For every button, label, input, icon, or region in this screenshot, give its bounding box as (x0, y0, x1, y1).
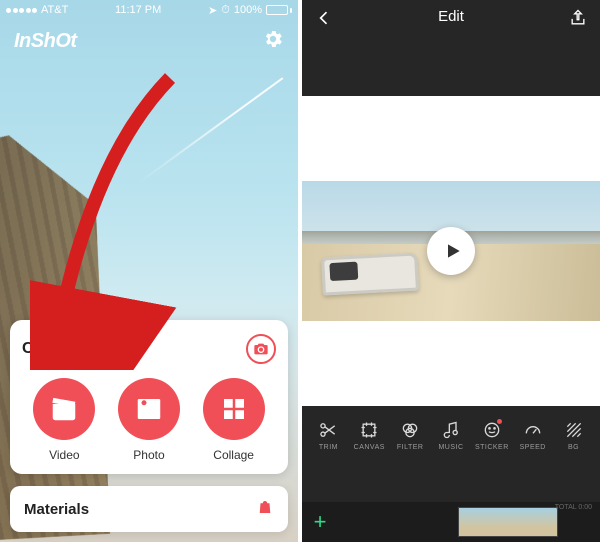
filter-icon (400, 420, 420, 440)
create-option-label: Video (49, 448, 79, 462)
gauge-icon (523, 420, 543, 440)
share-button[interactable] (568, 8, 588, 33)
video-preview[interactable] (302, 181, 600, 321)
battery-pct: 100% (234, 4, 262, 16)
screen-inshot-home: AT&T 11:17 PM ➤ ⏱ 100% InShOt Create N (0, 0, 298, 542)
share-icon (568, 8, 588, 28)
status-right: ➤ ⏱ 100% (208, 4, 292, 17)
tool-filter[interactable]: Filter (390, 420, 431, 496)
status-time: 11:17 PM (115, 4, 161, 16)
collage-icon (219, 394, 249, 424)
tool-sticker[interactable]: Sticker (471, 420, 512, 496)
alarm-icon: ⏱ (221, 4, 230, 17)
carrier-label: AT&T (41, 4, 68, 16)
canvas-icon (359, 420, 379, 440)
tool-label: Music (438, 444, 463, 451)
edit-header: Edit (302, 0, 600, 96)
tool-bg[interactable]: BG (553, 420, 594, 496)
edit-canvas (302, 96, 600, 406)
music-note-icon (441, 420, 461, 440)
bg-icon (564, 420, 584, 440)
play-icon (443, 241, 463, 261)
tool-label: Trim (319, 444, 338, 451)
create-option-label: Collage (213, 448, 254, 462)
gear-icon (262, 28, 284, 50)
tool-music[interactable]: Music (431, 420, 472, 496)
tool-label: Speed (520, 444, 546, 451)
create-card-title: Create N (22, 340, 88, 358)
create-option-label: Photo (133, 448, 164, 462)
camera-button[interactable] (246, 334, 276, 364)
edit-title: Edit (334, 8, 568, 25)
back-button[interactable] (314, 8, 334, 33)
settings-button[interactable] (262, 28, 284, 55)
add-clip-button[interactable]: + (302, 502, 338, 542)
scissors-icon (318, 420, 338, 440)
screen-edit: Edit Trim Canvas (302, 0, 600, 542)
camera-icon (253, 341, 269, 357)
play-button[interactable] (427, 227, 475, 275)
tool-trim[interactable]: Trim (308, 420, 349, 496)
chevron-left-icon (314, 8, 334, 28)
create-option-photo[interactable]: Photo (118, 378, 180, 462)
tool-label: Filter (397, 444, 424, 451)
plus-icon: + (314, 509, 327, 535)
app-header: InShOt (0, 24, 298, 58)
tool-label: Canvas (354, 444, 385, 451)
battery-icon (266, 5, 292, 15)
tool-label: Sticker (475, 444, 509, 451)
location-icon: ➤ (208, 4, 217, 17)
photo-icon (134, 394, 164, 424)
materials-label: Materials (24, 501, 89, 518)
clapperboard-icon (49, 394, 79, 424)
materials-button[interactable]: Materials (10, 486, 288, 532)
edit-toolbar: Trim Canvas Filter Music Sticker Spe (302, 406, 600, 502)
tool-speed[interactable]: Speed (512, 420, 553, 496)
shopping-bag-icon (256, 498, 274, 521)
status-left: AT&T (6, 4, 68, 16)
tool-canvas[interactable]: Canvas (349, 420, 390, 496)
timeline[interactable]: + TOTAL 0:00 (302, 502, 600, 542)
status-bar: AT&T 11:17 PM ➤ ⏱ 100% (0, 0, 298, 20)
signal-icon (6, 8, 37, 13)
app-logo: InShOt (14, 30, 77, 53)
create-card: Create N Video Photo (10, 320, 288, 474)
create-option-video[interactable]: Video (33, 378, 95, 462)
tool-label: BG (568, 444, 579, 451)
timeline-clip[interactable] (458, 507, 558, 537)
create-option-collage[interactable]: Collage (203, 378, 265, 462)
timeline-total-label: TOTAL 0:00 (555, 504, 592, 511)
